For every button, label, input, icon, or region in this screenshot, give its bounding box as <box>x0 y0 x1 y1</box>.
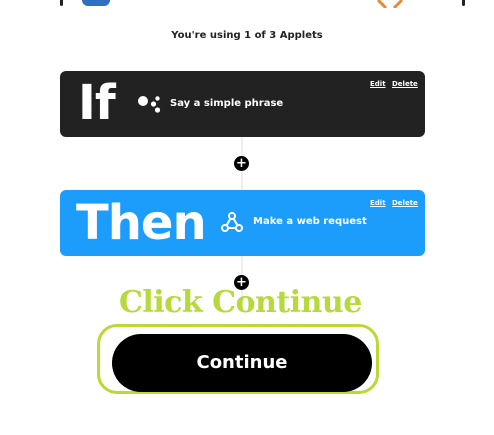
delete-trigger-link[interactable]: Delete <box>392 80 418 88</box>
if-trigger-card[interactable]: If Say a simple phrase Edit Delete <box>60 71 425 137</box>
edit-action-link[interactable]: Edit <box>370 199 386 207</box>
then-keyword: Then <box>76 195 207 251</box>
then-action-card[interactable]: Then Make a web request Edit Delete <box>60 190 425 256</box>
delete-action-link[interactable]: Delete <box>392 199 418 207</box>
applet-usage-text: You're using 1 of 3 Applets <box>171 30 323 41</box>
if-keyword: If <box>78 75 116 131</box>
header-artwork-fragment <box>82 0 110 6</box>
trigger-action-label: Say a simple phrase <box>170 98 284 109</box>
header-artwork-fragment <box>462 0 465 6</box>
action-label: Make a web request <box>253 216 367 227</box>
applet-review-screen: You're using 1 of 3 Applets If Say a sim… <box>0 0 494 435</box>
click-continue-annotation: Click Continue <box>119 285 362 320</box>
header-artwork-fragment <box>376 0 404 8</box>
add-step-plus-icon[interactable]: + <box>234 156 249 171</box>
google-assistant-icon <box>138 96 161 113</box>
header-artwork-fragment <box>60 0 63 6</box>
continue-button[interactable]: Continue <box>112 334 372 392</box>
webhooks-icon <box>221 212 243 232</box>
edit-trigger-link[interactable]: Edit <box>370 80 386 88</box>
